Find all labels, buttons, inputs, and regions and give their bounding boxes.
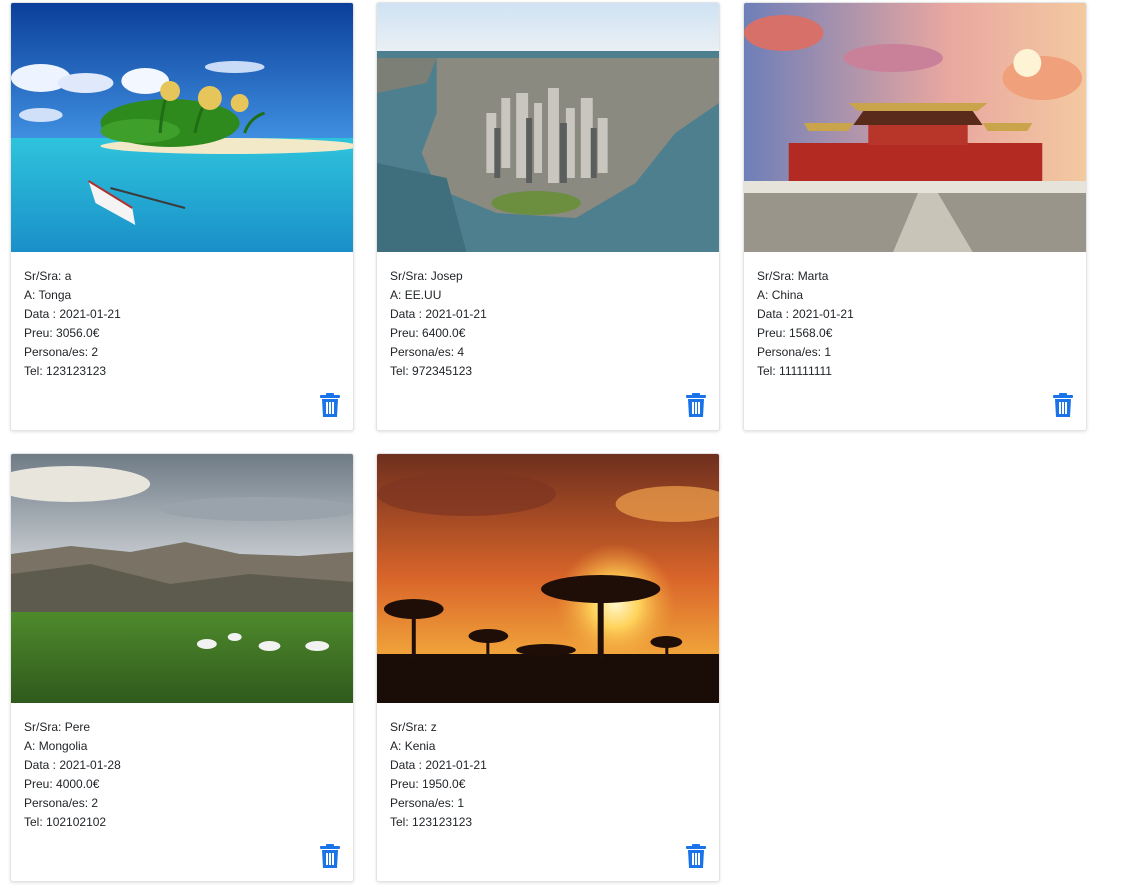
savanna-sunset-photo xyxy=(377,454,719,703)
booking-card: Sr/Sra: z A: Kenia Data : 2021-01-21 Pre… xyxy=(376,453,720,882)
delete-button[interactable] xyxy=(685,392,707,418)
booking-details: Sr/Sra: a A: Tonga Data : 2021-01-21 Pre… xyxy=(24,267,121,381)
phone-line: Tel: 102102102 xyxy=(24,815,107,829)
delete-button[interactable] xyxy=(1052,392,1074,418)
destination-name: Tonga xyxy=(38,288,72,302)
forbidden-city-photo xyxy=(744,3,1086,252)
client-line: Sr/Sra: Marta xyxy=(757,269,829,283)
delete-button[interactable] xyxy=(685,843,707,869)
client-name: Pere xyxy=(64,720,91,734)
trash-icon xyxy=(1053,393,1073,417)
date-line: Data : 2021-01-21 xyxy=(757,307,854,321)
date-line: Data : 2021-01-28 xyxy=(24,758,121,772)
people-line: Persona/es: 2 xyxy=(24,796,99,810)
destination-name: Mongolia xyxy=(38,739,88,753)
date-line: Data : 2021-01-21 xyxy=(390,307,487,321)
booking-card: Sr/Sra: Marta A: China Data : 2021-01-21… xyxy=(743,2,1087,431)
people-line: Persona/es: 1 xyxy=(757,345,832,359)
delete-button[interactable] xyxy=(319,843,341,869)
destination-name: China xyxy=(771,288,804,302)
phone-line: Tel: 123123123 xyxy=(390,815,473,829)
price-line: Preu: 1568.0€ xyxy=(757,326,833,340)
booking-card: Sr/Sra: Josep A: EE.UU Data : 2021-01-21… xyxy=(376,2,720,431)
date-line: Data : 2021-01-21 xyxy=(390,758,487,772)
booking-price: 3056.0€ xyxy=(56,326,100,340)
new-york-aerial-photo xyxy=(377,3,719,252)
booking-date: 2021-01-21 xyxy=(792,307,854,321)
booking-details: Sr/Sra: z A: Kenia Data : 2021-01-21 Pre… xyxy=(390,718,487,832)
trash-icon xyxy=(686,393,706,417)
booking-price: 6400.0€ xyxy=(422,326,466,340)
booking-price: 4000.0€ xyxy=(56,777,100,791)
booking-people: 1 xyxy=(457,796,465,810)
booking-card: Sr/Sra: a A: Tonga Data : 2021-01-21 Pre… xyxy=(10,2,354,431)
people-line: Persona/es: 1 xyxy=(390,796,465,810)
client-name: z xyxy=(430,720,437,734)
people-line: Persona/es: 2 xyxy=(24,345,99,359)
booking-people: 2 xyxy=(91,345,99,359)
booking-date: 2021-01-28 xyxy=(59,758,121,772)
booking-date: 2021-01-21 xyxy=(425,307,487,321)
mongolian-steppe-photo xyxy=(11,454,353,703)
destination-name: EE.UU xyxy=(404,288,442,302)
date-line: Data : 2021-01-21 xyxy=(24,307,121,321)
delete-button[interactable] xyxy=(319,392,341,418)
booking-date: 2021-01-21 xyxy=(59,307,121,321)
phone-line: Tel: 972345123 xyxy=(390,364,473,378)
booking-people: 4 xyxy=(457,345,465,359)
price-line: Preu: 3056.0€ xyxy=(24,326,100,340)
phone-line: Tel: 111111111 xyxy=(757,364,832,378)
booking-details: Sr/Sra: Pere A: Mongolia Data : 2021-01-… xyxy=(24,718,121,832)
client-line: Sr/Sra: Pere xyxy=(24,720,91,734)
booking-details: Sr/Sra: Marta A: China Data : 2021-01-21… xyxy=(757,267,854,381)
trash-icon xyxy=(320,393,340,417)
booking-price: 1950.0€ xyxy=(422,777,466,791)
trash-icon xyxy=(320,844,340,868)
booking-phone: 123123123 xyxy=(412,815,473,829)
client-line: Sr/Sra: z xyxy=(390,720,437,734)
client-name: a xyxy=(64,269,72,283)
booking-people: 2 xyxy=(91,796,99,810)
booking-date: 2021-01-21 xyxy=(425,758,487,772)
booking-people: 1 xyxy=(824,345,832,359)
booking-phone: 123123123 xyxy=(46,364,107,378)
destination-line: A: EE.UU xyxy=(390,288,442,302)
destination-line: A: Kenia xyxy=(390,739,436,753)
client-line: Sr/Sra: a xyxy=(24,269,72,283)
booking-phone: 972345123 xyxy=(412,364,473,378)
price-line: Preu: 1950.0€ xyxy=(390,777,466,791)
phone-line: Tel: 123123123 xyxy=(24,364,107,378)
client-name: Josep xyxy=(430,269,463,283)
price-line: Preu: 6400.0€ xyxy=(390,326,466,340)
destination-line: A: Tonga xyxy=(24,288,72,302)
client-line: Sr/Sra: Josep xyxy=(390,269,463,283)
booking-price: 1568.0€ xyxy=(789,326,833,340)
people-line: Persona/es: 4 xyxy=(390,345,465,359)
client-name: Marta xyxy=(797,269,829,283)
price-line: Preu: 4000.0€ xyxy=(24,777,100,791)
destination-line: A: Mongolia xyxy=(24,739,88,753)
destination-name: Kenia xyxy=(404,739,436,753)
booking-card: Sr/Sra: Pere A: Mongolia Data : 2021-01-… xyxy=(10,453,354,882)
booking-phone: 111111111 xyxy=(779,364,832,378)
destination-line: A: China xyxy=(757,288,804,302)
tropical-island-photo xyxy=(11,3,353,252)
booking-details: Sr/Sra: Josep A: EE.UU Data : 2021-01-21… xyxy=(390,267,487,381)
booking-phone: 102102102 xyxy=(46,815,107,829)
trash-icon xyxy=(686,844,706,868)
